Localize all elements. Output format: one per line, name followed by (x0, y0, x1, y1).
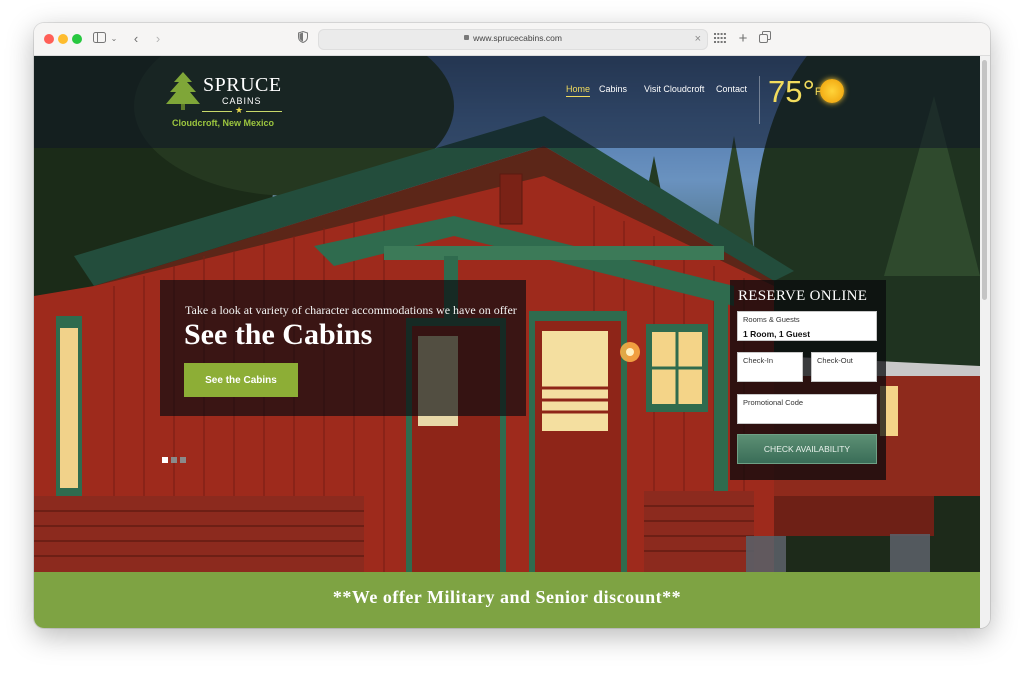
nav-contact[interactable]: Contact (716, 84, 747, 94)
grid-icon[interactable] (713, 30, 727, 48)
slider-dot[interactable] (162, 457, 168, 463)
scrollbar-thumb[interactable] (982, 60, 987, 300)
spruce-tree-icon (166, 72, 200, 115)
browser-toolbar: ⌄ ‹ › www.sprucecabins.com × + (34, 23, 990, 56)
discount-banner-text: **We offer Military and Senior discount*… (332, 587, 682, 607)
browser-window: ⌄ ‹ › www.sprucecabins.com × + SPRUCE CA… (34, 23, 990, 628)
nav-cabins[interactable]: Cabins (599, 84, 627, 94)
slider-dot[interactable] (180, 457, 186, 463)
slider-dots (162, 450, 189, 468)
logo-name[interactable]: SPRUCE (203, 74, 282, 97)
url-text: www.sprucecabins.com (473, 33, 562, 43)
rooms-guests-field[interactable]: Rooms & Guests 1 Room, 1 Guest (737, 311, 877, 341)
zoom-window-button[interactable] (72, 34, 82, 44)
discount-banner: **We offer Military and Senior discount*… (34, 572, 980, 628)
slider-caption: Take a look at variety of character acco… (160, 280, 526, 416)
weather-temperature: 75°F (768, 74, 822, 109)
star-icon: ★ (235, 105, 244, 115)
minimize-window-button[interactable] (58, 34, 68, 44)
check-in-field[interactable]: Check-In (737, 352, 803, 382)
chevron-down-icon[interactable]: ⌄ (109, 30, 119, 48)
hero-section: SPRUCE CABINS ★ Cloudcroft, New Mexico H… (34, 56, 980, 572)
privacy-shield-icon[interactable] (296, 30, 310, 48)
new-tab-icon[interactable]: + (736, 30, 750, 48)
check-availability-button[interactable]: CHECK AVAILABILITY (737, 434, 877, 464)
promo-code-field[interactable]: Promotional Code (737, 394, 877, 424)
lock-icon (464, 35, 470, 41)
sun-icon (820, 79, 844, 103)
clear-url-icon[interactable]: × (695, 32, 701, 46)
check-in-label: Check-In (743, 356, 774, 365)
nav-divider (759, 76, 760, 124)
page-content: SPRUCE CABINS ★ Cloudcroft, New Mexico H… (34, 56, 990, 628)
promo-code-label: Promotional Code (743, 398, 804, 407)
rooms-guests-label: Rooms & Guests (743, 315, 800, 324)
see-cabins-button[interactable]: See the Cabins (184, 363, 298, 397)
slide-title: See the Cabins (184, 318, 373, 351)
tabs-overview-icon[interactable] (758, 30, 772, 48)
sidebar-icon[interactable] (92, 30, 106, 48)
slider-dot[interactable] (171, 457, 177, 463)
logo-divider (202, 111, 232, 112)
slide-kicker: Take a look at variety of character acco… (185, 303, 517, 317)
logo-divider (246, 111, 282, 112)
check-out-label: Check-Out (817, 356, 853, 365)
check-out-field[interactable]: Check-Out (811, 352, 877, 382)
nav-home[interactable]: Home (566, 84, 591, 97)
rooms-guests-value: 1 Room, 1 Guest (743, 329, 811, 339)
back-icon[interactable]: ‹ (130, 30, 142, 48)
nav-visit-cloudcroft[interactable]: Visit Cloudcroft (644, 84, 704, 94)
address-bar[interactable]: www.sprucecabins.com × (318, 29, 708, 50)
close-window-button[interactable] (44, 34, 54, 44)
reserve-widget: RESERVE ONLINE Rooms & Guests 1 Room, 1 … (730, 280, 886, 480)
reserve-title: RESERVE ONLINE (738, 288, 868, 304)
logo-location: Cloudcroft, New Mexico (172, 118, 275, 128)
scrollbar[interactable] (980, 56, 990, 628)
forward-icon[interactable]: › (152, 30, 164, 48)
